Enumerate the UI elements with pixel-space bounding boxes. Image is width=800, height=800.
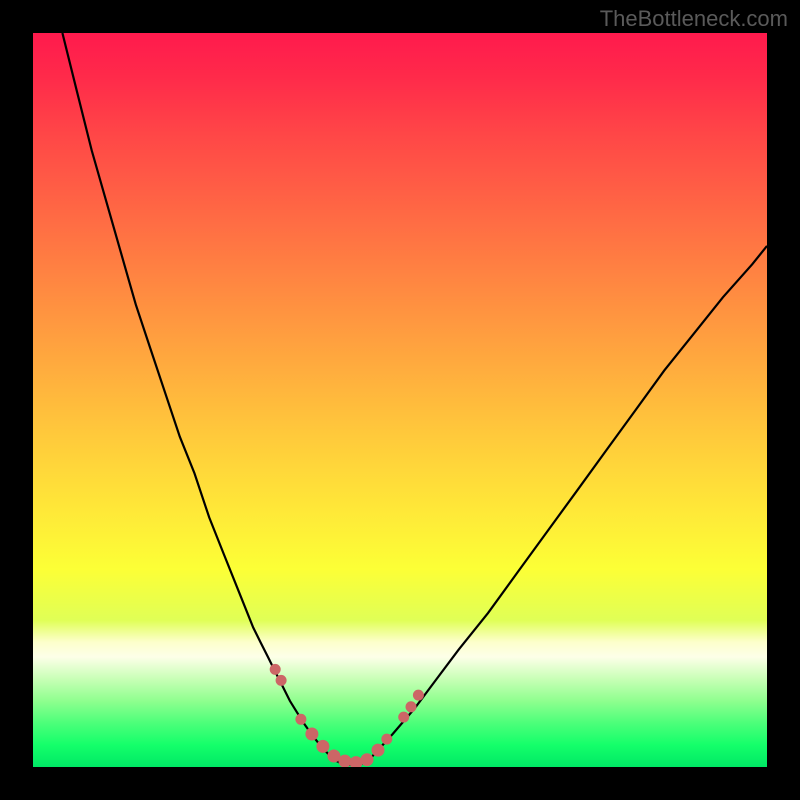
valley-markers bbox=[270, 664, 423, 767]
marker-dot bbox=[406, 702, 416, 712]
marker-dot bbox=[361, 754, 373, 766]
marker-dot bbox=[296, 714, 306, 724]
plot-area bbox=[33, 33, 767, 767]
marker-dot bbox=[339, 755, 351, 767]
watermark-text: TheBottleneck.com bbox=[600, 6, 788, 32]
chart-frame: TheBottleneck.com bbox=[0, 0, 800, 800]
curve-right bbox=[378, 246, 767, 750]
marker-dot bbox=[317, 740, 329, 752]
curve-left bbox=[62, 33, 334, 760]
marker-dot bbox=[350, 757, 362, 767]
marker-dot bbox=[270, 664, 280, 674]
curve-layer bbox=[33, 33, 767, 767]
marker-dot bbox=[399, 712, 409, 722]
marker-dot bbox=[306, 728, 318, 740]
marker-dot bbox=[382, 734, 392, 744]
marker-dot bbox=[413, 690, 423, 700]
marker-dot bbox=[276, 675, 286, 685]
marker-dot bbox=[328, 750, 340, 762]
marker-dot bbox=[372, 744, 384, 756]
